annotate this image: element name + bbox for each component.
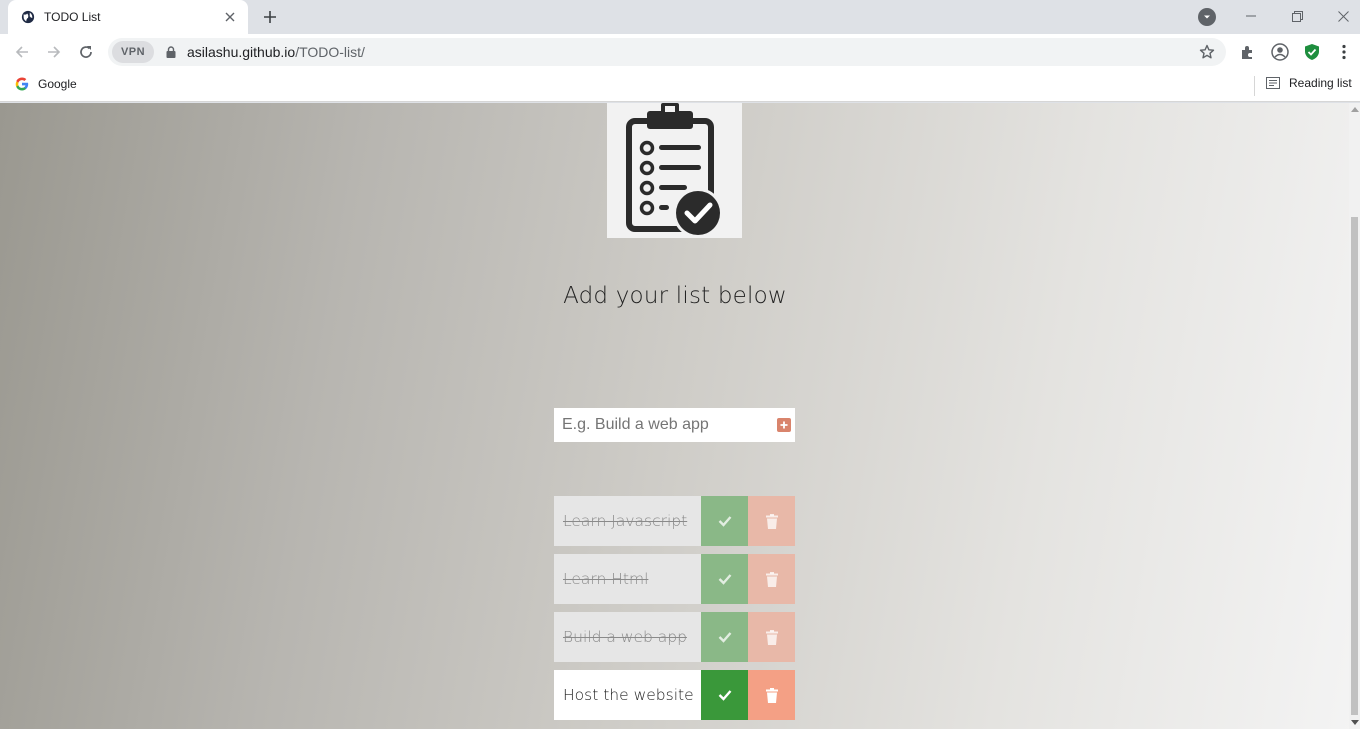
shield-check-icon[interactable]	[1302, 42, 1322, 62]
todo-item: Learn Html	[554, 554, 795, 604]
profile-icon[interactable]	[1270, 42, 1290, 62]
url-host: asilashu.github.io	[187, 44, 296, 60]
check-icon	[718, 516, 731, 527]
todo-text: Learn Html	[554, 554, 701, 604]
address-bar[interactable]: VPN asilashu.github.io/TODO-list/	[108, 38, 1226, 66]
page-heading: Add your list below	[563, 283, 787, 309]
tab-title: TODO List	[44, 10, 101, 24]
plus-square-icon[interactable]	[777, 418, 791, 432]
restore-icon[interactable]	[1282, 0, 1312, 32]
reload-icon[interactable]	[74, 40, 98, 64]
bookmarks-divider	[1254, 76, 1255, 96]
add-todo-form	[554, 408, 795, 442]
delete-button[interactable]	[748, 612, 795, 662]
complete-button[interactable]	[701, 496, 748, 546]
url-text[interactable]: asilashu.github.io/TODO-list/	[187, 44, 365, 60]
check-icon	[718, 632, 731, 643]
trash-icon	[765, 513, 778, 529]
tab-strip: TODO List	[0, 0, 1360, 34]
todo-text: Host the website	[554, 670, 701, 720]
lock-icon[interactable]	[164, 45, 178, 59]
check-icon	[718, 690, 731, 701]
todo-item: Learn Javascript	[554, 496, 795, 546]
back-icon[interactable]	[10, 40, 34, 64]
more-menu-icon[interactable]	[1334, 42, 1354, 62]
scroll-up-arrow-icon[interactable]	[1351, 107, 1359, 112]
todo-item: Host the website	[554, 670, 795, 720]
complete-button[interactable]	[701, 612, 748, 662]
delete-button[interactable]	[748, 670, 795, 720]
globe-icon	[20, 9, 36, 25]
browser-tab[interactable]: TODO List	[8, 0, 248, 34]
bookmark-label: Google	[38, 77, 77, 91]
forward-icon[interactable]	[42, 40, 66, 64]
extensions-icon[interactable]	[1238, 42, 1258, 62]
close-window-icon[interactable]	[1328, 0, 1358, 32]
trash-icon	[765, 629, 778, 645]
trash-icon	[765, 571, 778, 587]
reading-list-label: Reading list	[1289, 76, 1352, 90]
url-path: /TODO-list/	[295, 44, 365, 60]
scrollbar-thumb[interactable]	[1351, 217, 1358, 715]
bookmark-star-icon[interactable]	[1198, 43, 1216, 61]
new-tab-button[interactable]	[258, 6, 282, 28]
check-icon	[718, 574, 731, 585]
page-viewport: Add your list below Learn Javascript Lea…	[0, 103, 1360, 729]
clipboard-checklist-logo	[607, 103, 742, 238]
vpn-badge[interactable]: VPN	[112, 41, 154, 63]
complete-button[interactable]	[701, 670, 748, 720]
todo-item: Build a web app	[554, 612, 795, 662]
reading-list-button[interactable]: Reading list	[1266, 76, 1352, 90]
complete-button[interactable]	[701, 554, 748, 604]
bookmarks-bar: Google Reading list	[0, 70, 1360, 102]
minimize-icon[interactable]	[1236, 0, 1266, 32]
google-icon	[14, 76, 30, 92]
delete-button[interactable]	[748, 496, 795, 546]
scroll-down-arrow-icon[interactable]	[1351, 720, 1359, 725]
todo-text: Build a web app	[554, 612, 701, 662]
close-tab-icon[interactable]	[222, 9, 238, 25]
todo-list: Learn Javascript Learn Html Build a web …	[554, 496, 795, 728]
page-scrollbar[interactable]	[1349, 103, 1360, 729]
tab-search-icon[interactable]	[1198, 8, 1216, 26]
reading-list-icon	[1266, 77, 1280, 89]
delete-button[interactable]	[748, 554, 795, 604]
trash-icon	[765, 687, 778, 703]
bookmark-google[interactable]: Google	[14, 76, 77, 92]
todo-input[interactable]	[562, 410, 767, 440]
todo-text: Learn Javascript	[554, 496, 701, 546]
browser-toolbar: VPN asilashu.github.io/TODO-list/	[0, 34, 1360, 70]
